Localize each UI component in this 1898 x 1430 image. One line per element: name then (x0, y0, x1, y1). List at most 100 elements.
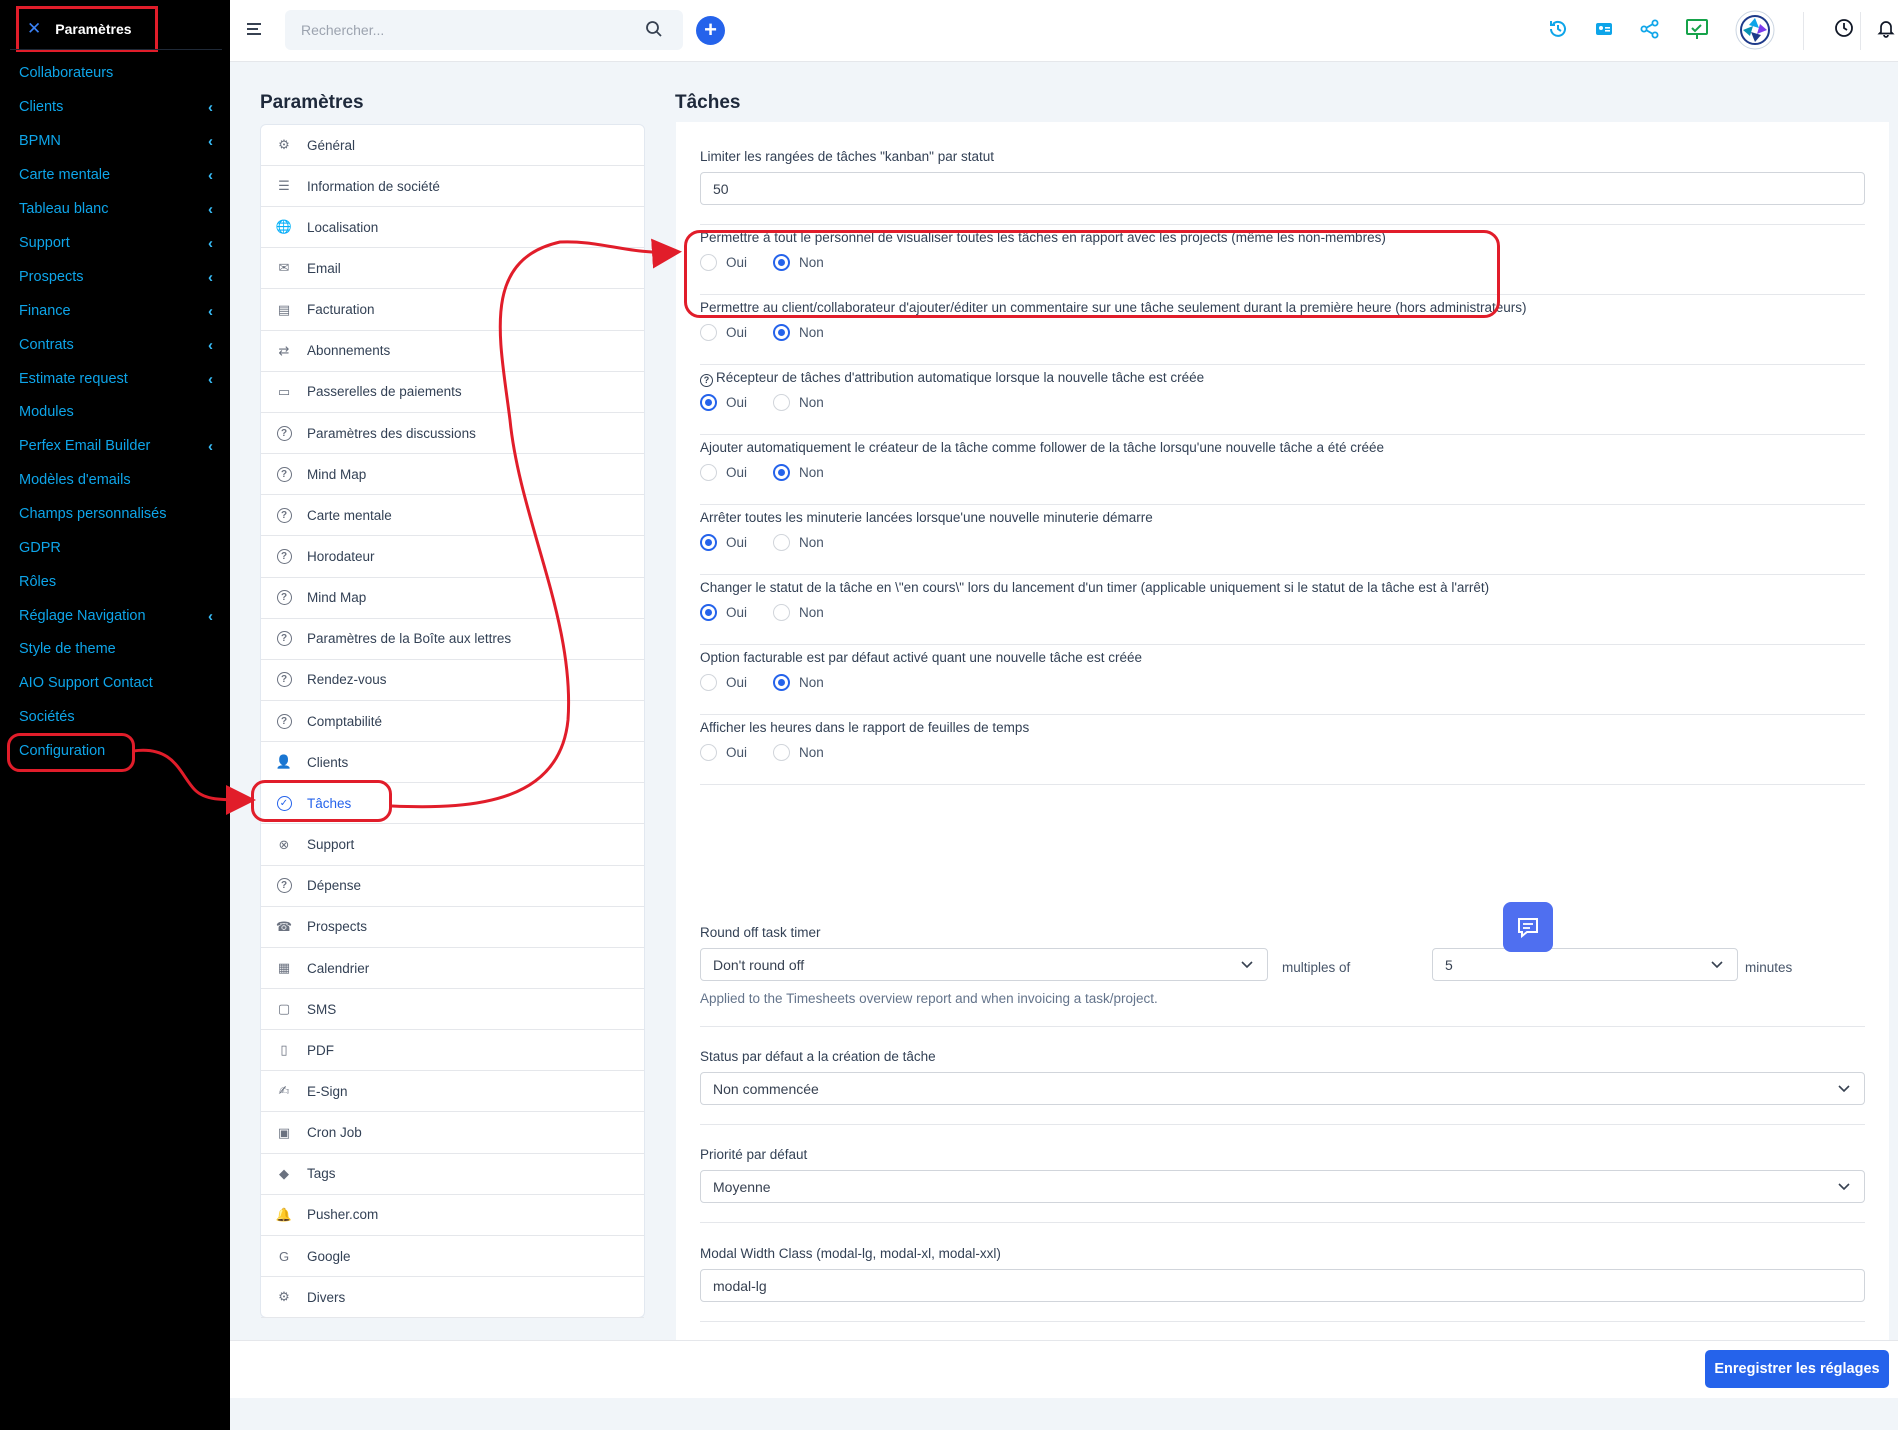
settings-menu-item-prospects[interactable]: ☎ Prospects (261, 907, 644, 948)
round-off-select[interactable]: Don't round off (700, 948, 1268, 981)
radio-label-yes[interactable]: Oui (726, 465, 747, 480)
chat-button[interactable] (1503, 902, 1553, 952)
task-option-label: Option facturable est par défaut activé … (700, 650, 1142, 665)
multiples-select[interactable]: 5 (1432, 948, 1738, 981)
sidebar-header[interactable]: ✕ Paramètres (16, 6, 158, 52)
radio-no[interactable] (773, 464, 791, 481)
sidebar-item-roles[interactable]: Rôles (19, 569, 219, 595)
settings-menu-item-mind-map[interactable]: ? Mind Map (261, 578, 644, 619)
settings-menu-item-horodateur[interactable]: ? Horodateur (261, 537, 644, 578)
sidebar-item-clients[interactable]: Clients ‹ (19, 94, 219, 120)
radio-label-no[interactable]: Non (799, 605, 824, 620)
settings-menu-item-tags[interactable]: ◆ Tags (261, 1154, 644, 1195)
radio-yes[interactable] (700, 674, 717, 691)
radio-no[interactable] (773, 394, 791, 411)
settings-menu-item-comptabilite[interactable]: ? Comptabilité (261, 701, 644, 743)
sidebar-item-aio-support-contact[interactable]: AIO Support Contact (19, 670, 219, 696)
settings-menu-item-abonnements[interactable]: ⇄ Abonnements (261, 331, 644, 372)
settings-menu-item-e-sign[interactable]: ✍ E-Sign (261, 1071, 644, 1113)
settings-menu-item-rendez-vous[interactable]: ? Rendez-vous (261, 660, 644, 701)
radio-yes[interactable] (700, 394, 717, 411)
sidebar-item-societes[interactable]: Sociétés (19, 704, 219, 730)
settings-menu-item-pusher-com[interactable]: 🔔 Pusher.com (261, 1195, 644, 1236)
radio-yes[interactable] (700, 534, 717, 551)
menu-icon[interactable] (247, 23, 261, 36)
radio-label-yes[interactable]: Oui (726, 325, 747, 340)
radio-label-no[interactable]: Non (799, 325, 824, 340)
radio-no[interactable] (773, 604, 791, 621)
radio-label-yes[interactable]: Oui (726, 395, 747, 410)
settings-menu-item-email[interactable]: ✉ Email (261, 248, 644, 290)
settings-menu-item-passerelles-de-paiements[interactable]: ▭ Passerelles de paiements (261, 372, 644, 413)
sidebar-item-carte-mentale[interactable]: Carte mentale ‹ (19, 162, 219, 188)
settings-menu-item-depense[interactable]: ? Dépense (261, 866, 644, 907)
save-button[interactable]: Enregistrer les réglages (1705, 1350, 1889, 1388)
radio-yes[interactable] (700, 464, 717, 481)
settings-menu-item-facturation[interactable]: ▤ Facturation (261, 290, 644, 331)
sidebar-item-modeles-d-emails[interactable]: Modèles d'emails (19, 467, 219, 493)
radio-label-yes[interactable]: Oui (726, 535, 747, 550)
radio-label-yes[interactable]: Oui (726, 605, 747, 620)
sidebar-item-modules[interactable]: Modules (19, 399, 219, 425)
sidebar-item-collaborateurs[interactable]: Collaborateurs (19, 60, 219, 86)
settings-menu-item-mind-map[interactable]: ? Mind Map (261, 454, 644, 496)
radio-yes[interactable] (700, 324, 717, 341)
settings-menu-item-support[interactable]: ⊗ Support (261, 825, 644, 866)
radio-no[interactable] (773, 744, 791, 761)
sidebar-item-finance[interactable]: Finance ‹ (19, 298, 219, 324)
default-priority-select[interactable]: Moyenne (700, 1170, 1865, 1203)
sidebar-item-champs-personnalises[interactable]: Champs personnalisés (19, 501, 219, 527)
history-icon[interactable] (1547, 18, 1569, 40)
modal-width-input[interactable]: modal-lg (700, 1269, 1865, 1302)
settings-menu-item-cron-job[interactable]: ▣ Cron Job (261, 1113, 644, 1154)
radio-label-no[interactable]: Non (799, 535, 824, 550)
radio-no[interactable] (773, 674, 791, 691)
sidebar-item-contrats[interactable]: Contrats ‹ (19, 332, 219, 358)
settings-menu-item-label: Calendrier (307, 960, 370, 976)
plus-icon[interactable]: + (696, 16, 725, 45)
bell-icon[interactable] (1876, 18, 1896, 38)
sidebar-item-gdpr[interactable]: GDPR (19, 535, 219, 561)
settings-menu-item-localisation[interactable]: 🌐 Localisation (261, 207, 644, 249)
settings-menu-item-parametres-de-la-boite-aux-lettres[interactable]: ? Paramètres de la Boîte aux lettres (261, 619, 644, 660)
sidebar-item-bpmn[interactable]: BPMN ‹ (19, 128, 219, 154)
radio-label-no[interactable]: Non (799, 395, 824, 410)
radio-yes[interactable] (700, 744, 717, 761)
settings-menu-item-carte-mentale[interactable]: ? Carte mentale (261, 495, 644, 537)
help-icon[interactable]: ? (700, 373, 713, 387)
close-icon[interactable]: ✕ (27, 19, 41, 39)
presentation-icon[interactable] (1684, 16, 1710, 42)
radio-label-no[interactable]: Non (799, 745, 824, 760)
radio-label-yes[interactable]: Oui (726, 745, 747, 760)
settings-menu-item-divers[interactable]: ⚙ Divers (261, 1277, 644, 1319)
radio-no[interactable] (773, 324, 791, 341)
settings-menu-item-google[interactable]: G Google (261, 1236, 644, 1278)
search-icon[interactable] (645, 20, 663, 38)
id-card-icon[interactable] (1593, 18, 1615, 40)
search-input[interactable] (285, 10, 683, 50)
settings-menu-item-calendrier[interactable]: ▦ Calendrier (261, 948, 644, 989)
radio-label-no[interactable]: Non (799, 465, 824, 480)
sidebar-item-estimate-request[interactable]: Estimate request ‹ (19, 366, 219, 392)
sidebar-item-support[interactable]: Support ‹ (19, 230, 219, 256)
avatar[interactable] (1735, 10, 1775, 50)
share-icon[interactable] (1639, 18, 1661, 40)
settings-menu-item-clients[interactable]: 👤 Clients (261, 742, 644, 784)
settings-menu-item-sms[interactable]: ▢ SMS (261, 989, 644, 1031)
radio-no[interactable] (773, 534, 791, 551)
settings-menu-item-information-de-societe[interactable]: ☰ Information de société (261, 166, 644, 208)
radio-yes[interactable] (700, 604, 717, 621)
sidebar-item-style-de-theme[interactable]: Style de theme (19, 636, 219, 662)
clock-icon[interactable] (1834, 18, 1854, 38)
default-status-select[interactable]: Non commencée (700, 1072, 1865, 1105)
settings-menu-item-parametres-des-discussions[interactable]: ? Paramètres des discussions (261, 413, 644, 455)
sidebar-item-perfex-email-builder[interactable]: Perfex Email Builder ‹ (19, 433, 219, 459)
radio-label-no[interactable]: Non (799, 675, 824, 690)
sidebar-item-tableau-blanc[interactable]: Tableau blanc ‹ (19, 196, 219, 222)
settings-menu-item-general[interactable]: ⚙ Général (261, 125, 644, 166)
sidebar-item-reglage-navigation[interactable]: Réglage Navigation ‹ (19, 603, 219, 629)
sidebar-item-prospects[interactable]: Prospects ‹ (19, 264, 219, 290)
kanban-limit-input[interactable]: 50 (700, 172, 1865, 205)
radio-label-yes[interactable]: Oui (726, 675, 747, 690)
settings-menu-item-pdf[interactable]: ▯ PDF (261, 1030, 644, 1072)
